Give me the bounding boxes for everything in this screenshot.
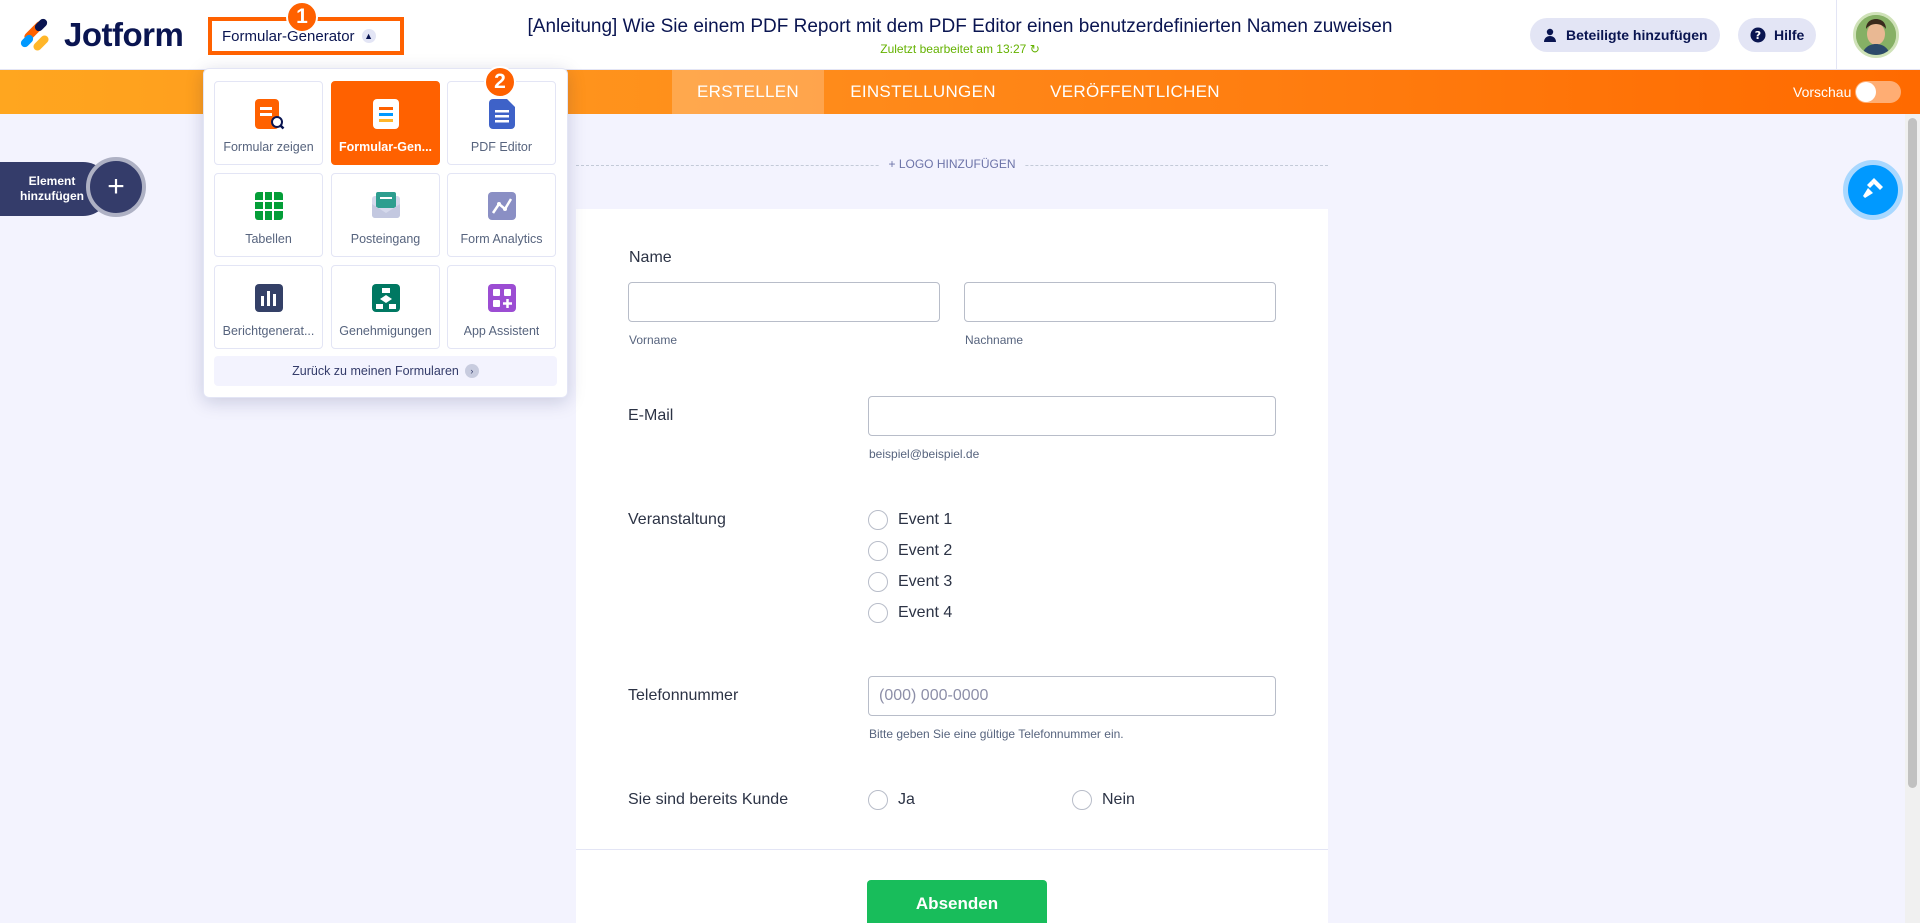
event-option-label: Event 4 bbox=[898, 604, 953, 621]
event-option-label: Event 3 bbox=[898, 573, 953, 590]
back-to-my-forms-link[interactable]: Zurück zu meinen Formularen › bbox=[214, 356, 557, 386]
phone-label[interactable]: Telefonnummer bbox=[628, 687, 738, 705]
first-name-input[interactable] bbox=[628, 282, 940, 322]
tile-label: App Assistent bbox=[463, 324, 540, 338]
form-designer-button[interactable] bbox=[1843, 160, 1903, 220]
divider bbox=[1836, 0, 1837, 70]
help-label: Hilfe bbox=[1774, 27, 1805, 43]
preview-toggle[interactable] bbox=[1855, 81, 1901, 103]
form-divider bbox=[576, 849, 1328, 850]
tile-form-builder[interactable]: Formular-Gen... bbox=[331, 81, 440, 165]
radio-circle[interactable] bbox=[1072, 790, 1092, 810]
tables-icon bbox=[253, 188, 285, 224]
revision-history-icon[interactable]: ↻ bbox=[1030, 42, 1040, 56]
radio-circle[interactable] bbox=[868, 790, 888, 810]
customer-option-no[interactable]: Nein bbox=[1072, 790, 1135, 810]
tile-label: Tabellen bbox=[245, 232, 292, 246]
last-edited-text: Zuletzt bearbeitet am 13:27 bbox=[880, 42, 1027, 56]
event-option-3[interactable]: Event 3 bbox=[868, 572, 952, 592]
app-assistant-icon bbox=[486, 280, 518, 316]
form-title[interactable]: [Anleitung] Wie Sie einem PDF Report mit… bbox=[450, 16, 1470, 38]
customer-option-label: Ja bbox=[898, 791, 915, 808]
tile-label: Formular zeigen bbox=[223, 140, 314, 154]
step-badge-2: 2 bbox=[484, 66, 516, 98]
event-label[interactable]: Veranstaltung bbox=[628, 511, 726, 529]
add-logo-link[interactable]: + LOGO HINZUFÜGEN bbox=[880, 157, 1024, 171]
add-participants-button[interactable]: Beteiligte hinzufügen bbox=[1530, 18, 1720, 52]
add-element-label: Element hinzufügen bbox=[20, 174, 84, 203]
customer-option-yes[interactable]: Ja bbox=[868, 790, 915, 810]
email-input[interactable] bbox=[868, 396, 1276, 436]
svg-text:?: ? bbox=[1755, 29, 1761, 42]
radio-circle[interactable] bbox=[868, 541, 888, 561]
customer-option-label: Nein bbox=[1102, 791, 1135, 808]
builder-switch-menu: Formular zeigen Formular-Gen... PDF Edit… bbox=[203, 68, 568, 398]
help-button[interactable]: ? Hilfe bbox=[1738, 18, 1817, 52]
tab-publish[interactable]: VERÖFFENTLICHEN bbox=[1040, 70, 1230, 114]
tile-label: Form Analytics bbox=[460, 232, 543, 246]
phone-input[interactable]: (000) 000-0000 bbox=[868, 676, 1276, 716]
tile-inbox[interactable]: Posteingang bbox=[331, 173, 440, 257]
help-icon: ? bbox=[1750, 27, 1766, 43]
avatar[interactable] bbox=[1853, 12, 1899, 58]
logo-text: Jotform bbox=[64, 16, 184, 53]
jotform-logo[interactable]: Jotform bbox=[18, 14, 184, 56]
plus-icon[interactable]: + bbox=[86, 157, 146, 217]
form-card: Name Vorname Nachname E-Mail beispiel@be… bbox=[576, 209, 1328, 923]
analytics-icon bbox=[486, 188, 518, 224]
preview-label: Vorschau bbox=[1793, 84, 1852, 100]
last-name-sublabel: Nachname bbox=[965, 333, 1024, 347]
customer-label[interactable]: Sie sind bereits Kunde bbox=[628, 791, 788, 809]
form-view-icon bbox=[253, 96, 285, 132]
report-builder-icon bbox=[253, 280, 285, 316]
tab-build[interactable]: ERSTELLEN bbox=[672, 70, 824, 114]
email-label[interactable]: E-Mail bbox=[628, 407, 673, 425]
first-name-sublabel: Vorname bbox=[629, 333, 678, 347]
tab-settings[interactable]: EINSTELLUNGEN bbox=[832, 70, 1014, 114]
inbox-icon bbox=[370, 188, 402, 224]
step-badge-1: 1 bbox=[286, 1, 318, 33]
builder-dropdown-label: Formular-Generator bbox=[222, 27, 355, 45]
tile-app-assistant[interactable]: App Assistent bbox=[447, 265, 556, 349]
last-edited-status: Zuletzt bearbeitet am 13:27 ↻ bbox=[450, 42, 1470, 56]
phone-sublabel: Bitte geben Sie eine gültige Telefonnumm… bbox=[869, 727, 1124, 741]
event-option-2[interactable]: Event 2 bbox=[868, 541, 952, 561]
paint-roller-icon bbox=[1860, 175, 1886, 206]
tile-approvals[interactable]: Genehmigungen bbox=[331, 265, 440, 349]
chevron-up-icon: ▲ bbox=[361, 29, 376, 43]
tile-label: Formular-Gen... bbox=[338, 140, 433, 154]
event-option-4[interactable]: Event 4 bbox=[868, 603, 952, 623]
tile-report-builder[interactable]: Berichtgenerat... bbox=[214, 265, 323, 349]
scrollbar-thumb[interactable] bbox=[1908, 118, 1917, 788]
tile-label: Genehmigungen bbox=[339, 324, 432, 338]
jotform-logo-icon bbox=[18, 17, 54, 53]
last-name-input[interactable] bbox=[964, 282, 1276, 322]
chevron-right-icon: › bbox=[464, 364, 479, 378]
event-option-label: Event 1 bbox=[898, 511, 953, 528]
approvals-icon bbox=[370, 280, 402, 316]
user-icon bbox=[1542, 27, 1558, 43]
email-sublabel: beispiel@beispiel.de bbox=[869, 447, 980, 461]
tile-label: PDF Editor bbox=[470, 140, 533, 154]
tile-label: Berichtgenerat... bbox=[222, 324, 315, 338]
tile-tables[interactable]: Tabellen bbox=[214, 173, 323, 257]
name-label[interactable]: Name bbox=[629, 249, 672, 267]
back-to-my-forms-label: Zurück zu meinen Formularen bbox=[292, 364, 459, 378]
tile-label: Posteingang bbox=[350, 232, 421, 246]
tile-form-analytics[interactable]: Form Analytics bbox=[447, 173, 556, 257]
form-builder-icon bbox=[370, 96, 402, 132]
tile-form-view[interactable]: Formular zeigen bbox=[214, 81, 323, 165]
pdf-editor-icon bbox=[486, 96, 518, 132]
submit-button[interactable]: Absenden bbox=[867, 880, 1047, 923]
radio-circle[interactable] bbox=[868, 510, 888, 530]
radio-circle[interactable] bbox=[868, 572, 888, 592]
radio-circle[interactable] bbox=[868, 603, 888, 623]
event-option-1[interactable]: Event 1 bbox=[868, 510, 952, 530]
event-option-label: Event 2 bbox=[898, 542, 953, 559]
add-participants-label: Beteiligte hinzufügen bbox=[1566, 27, 1708, 43]
